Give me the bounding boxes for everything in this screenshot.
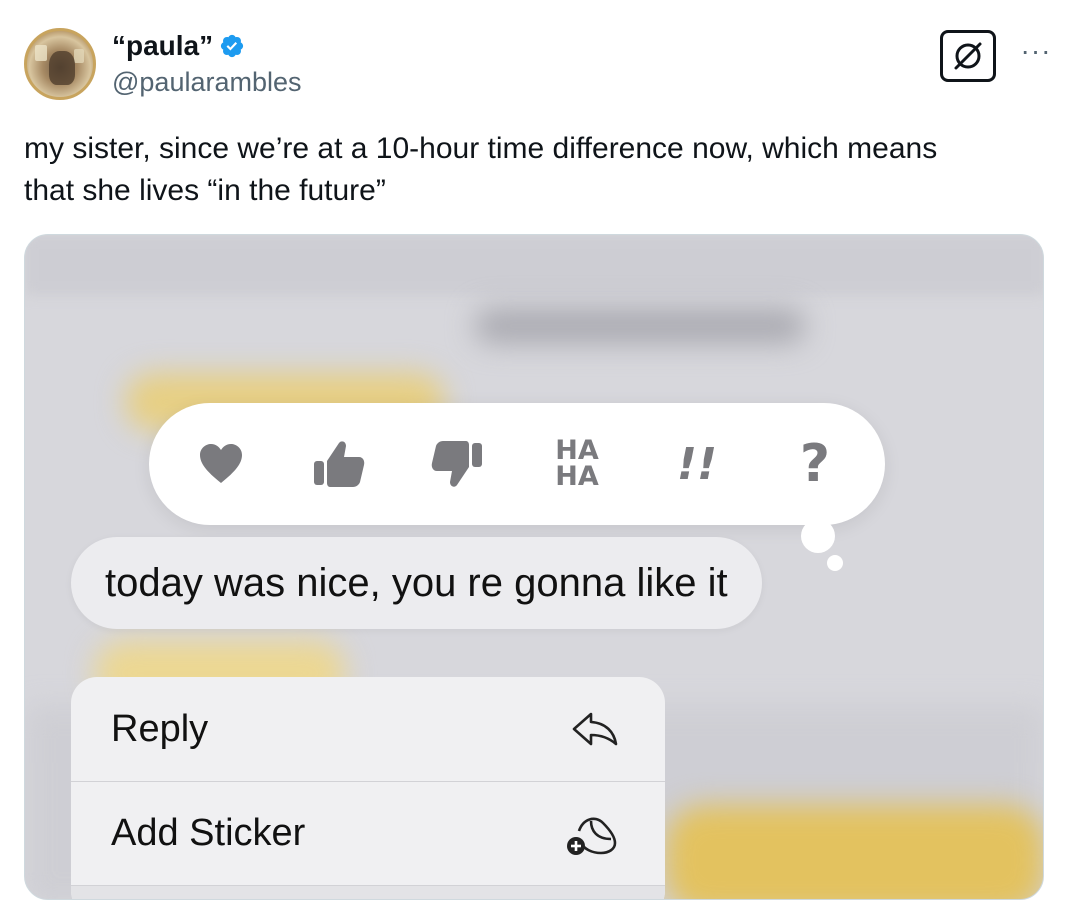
menu-item-reply[interactable]: Reply [71,677,665,781]
avatar[interactable] [24,28,96,100]
add-sticker-icon [567,817,617,855]
question-icon: ? [799,434,831,494]
menu-item-add-sticker[interactable]: Add Sticker [71,781,665,885]
avatar-figure [49,51,75,85]
user-handle[interactable]: @paularambles [112,66,302,98]
display-name[interactable]: “paula” [112,30,245,62]
grok-button[interactable] [940,30,996,82]
avatar-detail [74,49,84,63]
display-name-text[interactable]: “paula” [112,30,213,62]
blurred-background [475,309,805,343]
reaction-question[interactable]: ? [775,403,855,525]
more-icon: ··· [1020,35,1052,66]
verified-badge-icon [221,34,244,58]
thumbs-down-icon [431,441,482,487]
haha-icon-bottom: HA [555,461,599,492]
reaction-exclamation[interactable]: !! [657,403,737,525]
blurred-background [665,805,1043,899]
reaction-heart[interactable] [181,403,261,525]
tapback-bar: HA HA !! ? [149,403,885,525]
reply-icon [572,712,618,746]
menu-item-label: Reply [111,707,209,750]
heart-icon [200,444,242,483]
tapback-tail [827,555,843,571]
avatar-detail [35,45,47,61]
menu-more-items [71,885,665,899]
thumbs-up-icon [314,441,365,487]
reaction-haha[interactable]: HA HA [537,403,617,525]
context-menu: Reply Add Sticker [71,677,665,899]
message-bubble[interactable]: today was nice, you re gonna like it [71,537,762,629]
blurred-background [25,235,1043,295]
menu-item-label: Add Sticker [111,812,306,854]
tweet-media-image[interactable]: HA HA !! ? today was nice, you re gonna … [24,234,1044,900]
more-button[interactable]: ··· [1014,35,1058,66]
reaction-thumbs-up[interactable] [299,403,379,525]
grok-icon [954,42,982,70]
reaction-thumbs-down[interactable] [417,403,497,525]
tweet-text: my sister, since we’re at a 10-hour time… [24,132,938,207]
tapback-tail [801,519,835,553]
exclamation-icon: !! [676,438,718,490]
